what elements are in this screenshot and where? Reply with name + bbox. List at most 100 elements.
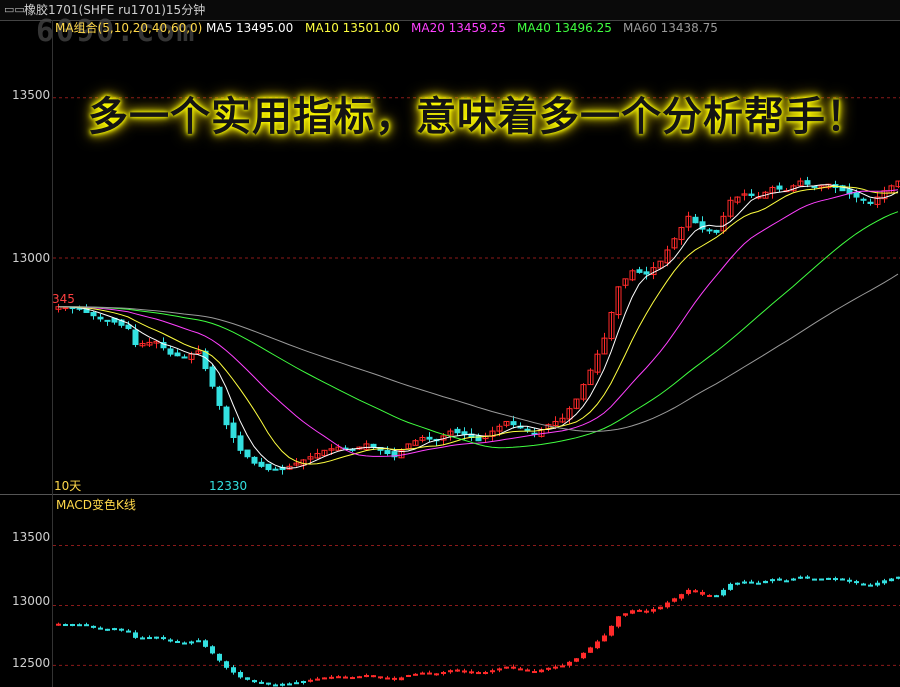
macd-candle-body: [231, 667, 236, 673]
macd-candle-body: [63, 624, 68, 627]
macd-candle-body: [294, 682, 299, 685]
ma20-line: [57, 189, 899, 457]
macd-panel-label: MACD变色K线: [56, 498, 136, 512]
macd-candle-body: [770, 579, 775, 582]
macd-candle-body: [469, 671, 474, 674]
macd-candle-body: [560, 665, 565, 668]
macd-y-tick-13500: 13500: [12, 530, 51, 544]
macd-candle-body: [406, 675, 411, 678]
macd-candle-body: [147, 637, 152, 640]
candle-body: [244, 449, 251, 458]
macd-candle-body: [567, 661, 572, 666]
macd-candle-body: [665, 602, 670, 608]
macd-candle-body: [427, 672, 432, 675]
low-price-label: 12330: [209, 479, 248, 493]
macd-candle-body: [322, 677, 327, 680]
macd-candle-body: [819, 578, 824, 581]
macd-candle-body: [546, 667, 551, 670]
macd-candle-body: [700, 591, 705, 595]
macd-candle-body: [714, 595, 719, 598]
macd-candle-body: [805, 576, 810, 579]
macd-candle-body: [448, 670, 453, 673]
macd-candle-body: [875, 582, 880, 586]
macd-candle-body: [203, 640, 208, 647]
macd-candle-body: [553, 666, 558, 669]
macd-candle-body: [420, 672, 425, 675]
macd-candle-body: [777, 578, 782, 581]
macd-candle-body: [308, 679, 313, 682]
macd-candle-body: [707, 594, 712, 597]
macd-candle-body: [112, 628, 117, 631]
macd-candle-body: [98, 627, 103, 630]
candle-body: [776, 185, 783, 190]
macd-candle-body: [91, 625, 96, 628]
macd-candle-body: [532, 671, 537, 674]
macd-candle-body: [336, 676, 341, 679]
macd-candle-body: [728, 583, 733, 590]
candle-body: [454, 428, 461, 434]
macd-candle-body: [462, 670, 467, 673]
candle-body: [62, 307, 69, 310]
macd-candle-body: [861, 583, 866, 586]
candle-body: [272, 468, 279, 471]
candle-body: [174, 352, 181, 357]
candle-body: [132, 329, 139, 346]
macd-candle-body: [259, 681, 264, 684]
macd-candle-body: [854, 581, 859, 584]
candle-body: [167, 348, 174, 355]
macd-candle-body: [126, 630, 131, 633]
candle-body: [104, 319, 111, 322]
macd-candle-body: [840, 578, 845, 581]
macd-candle-body: [315, 678, 320, 681]
candle-body: [216, 386, 223, 406]
macd-candle-body: [56, 623, 61, 626]
candle-body: [692, 216, 699, 224]
macd-candle-body: [637, 609, 642, 612]
macd-candle-body: [168, 639, 173, 642]
ma10-line: [57, 185, 899, 465]
candle-body: [461, 431, 468, 435]
macd-candle-body: [238, 672, 243, 678]
macd-candle-body: [154, 636, 159, 639]
macd-candle-body: [119, 628, 124, 631]
macd-candle-body: [455, 669, 460, 672]
macd-candle-body: [539, 669, 544, 673]
macd-candle-body: [623, 613, 628, 616]
macd-candle-body: [140, 637, 145, 640]
macd-candle-body: [497, 668, 502, 671]
candle-body: [426, 436, 433, 440]
macd-candle-body: [371, 675, 376, 678]
candle-body: [853, 192, 860, 198]
candle-body: [97, 316, 104, 320]
macd-y-tick-13000: 13000: [12, 594, 51, 608]
macd-candle-body: [889, 578, 894, 582]
macd-candle-body: [182, 642, 187, 645]
macd-candle-body: [399, 677, 404, 681]
ma5-line: [57, 184, 899, 469]
macd-candle-body: [175, 641, 180, 644]
macd-candle-body: [693, 590, 698, 593]
macd-candle-body: [672, 598, 677, 602]
macd-candle-body: [882, 580, 887, 584]
candle-body: [90, 311, 97, 317]
macd-candle-body: [812, 578, 817, 581]
candle-body: [713, 229, 720, 233]
macd-candle-body: [525, 669, 530, 672]
macd-candle-body: [266, 682, 271, 685]
macd-candle-body: [847, 579, 852, 582]
macd-candle-body: [609, 625, 614, 636]
candle-body: [258, 461, 265, 467]
candle-body: [384, 450, 391, 455]
macd-candle-body: [651, 609, 656, 612]
candle-body: [230, 422, 237, 439]
macd-candle-body: [441, 672, 446, 675]
ma60-line: [58, 273, 899, 432]
macd-candle-body: [742, 581, 747, 584]
macd-candle-body: [756, 582, 761, 585]
macd-candle-body: [616, 616, 621, 627]
macd-candle-body: [189, 641, 194, 644]
macd-candle-body: [483, 672, 488, 675]
macd-candle-body: [329, 676, 334, 679]
macd-candle-body: [210, 646, 215, 654]
macd-candle-body: [357, 676, 362, 679]
